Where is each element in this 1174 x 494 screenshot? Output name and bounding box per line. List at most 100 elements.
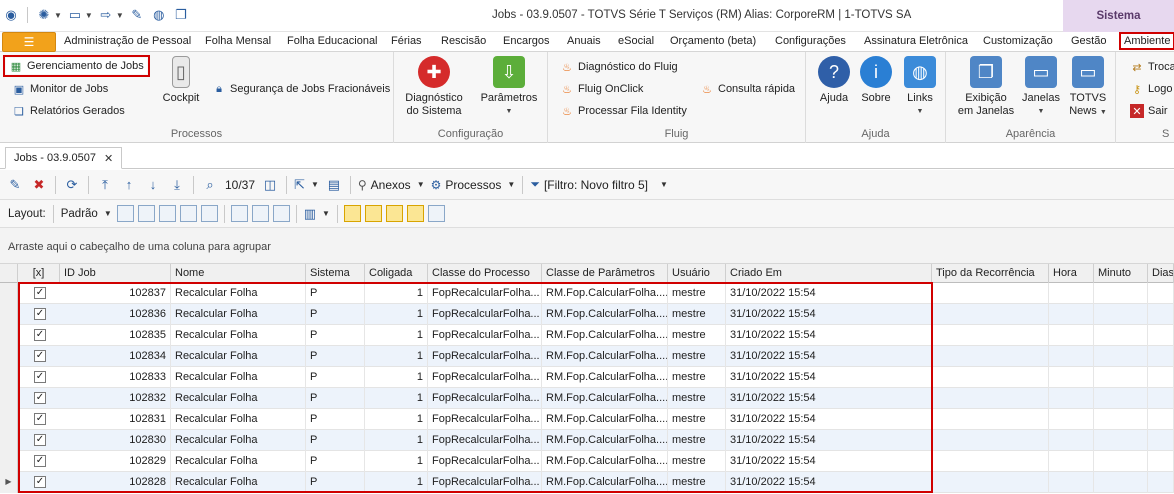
row-checkbox[interactable]: ✓ [34, 308, 46, 320]
chart-icon[interactable] [272, 205, 290, 222]
header-classe-processo[interactable]: Classe do Processo [428, 264, 542, 283]
home-layout-icon[interactable] [200, 205, 218, 222]
header-criado-em[interactable]: Criado Em [726, 264, 932, 283]
header-usuario[interactable]: Usuário [668, 264, 726, 283]
brush-icon[interactable]: ✎ [128, 6, 146, 24]
sair-button[interactable]: ✕ Sair [1130, 104, 1168, 118]
tab-orcamento[interactable]: Orçamento (beta) [670, 35, 756, 47]
chevron-down-icon[interactable]: ▼ [116, 11, 124, 20]
view-mode-4-icon[interactable] [406, 205, 424, 222]
table-row[interactable]: ✓ 102835 Recalcular Folha P 1 FopRecalcularFo… [0, 325, 1174, 346]
diagnostico-sistema-button[interactable]: ✚ Diagnóstico do Sistema [402, 56, 466, 118]
sobre-button[interactable]: i Sobre [856, 56, 896, 105]
tab-ambiente[interactable]: Ambiente [1118, 32, 1174, 50]
chevron-down-icon[interactable]: ▼ [54, 11, 62, 20]
links-button[interactable]: ◍ Links ▼ [900, 56, 940, 118]
export-icon[interactable]: ⇨ [97, 6, 115, 24]
columns-icon[interactable] [230, 205, 248, 222]
table-row[interactable]: ✓ 102832 Recalcular Folha P 1 FopRecalcularFo… [0, 388, 1174, 409]
view-mode-1-icon[interactable] [343, 205, 361, 222]
seguranca-jobs-button[interactable]: 🔒︎ Segurança de Jobs Fracionáveis [212, 82, 390, 96]
edit-icon[interactable]: ✎ [6, 176, 24, 194]
app-logo-icon[interactable]: ◉ [2, 6, 20, 24]
logo-button[interactable]: ⚷ Logo [1130, 82, 1173, 96]
table-row[interactable]: ▶ ✓ 102828 Recalcular Folha P 1 FopRecalcularF… [0, 472, 1174, 493]
view-mode-3-icon[interactable] [385, 205, 403, 222]
table-row[interactable]: ✓ 102836 Recalcular Folha P 1 FopRecalcularFo… [0, 304, 1174, 325]
tab-anuais[interactable]: Anuais [567, 35, 601, 47]
fluig-onclick-button[interactable]: ♨ Fluig OnClick [560, 82, 643, 96]
row-indicator[interactable] [0, 367, 18, 388]
parametros-button[interactable]: ⇩ Parâmetros ▼ [476, 56, 542, 118]
monitor-jobs-button[interactable]: ▣ Monitor de Jobs [12, 82, 108, 96]
relatorios-gerados-button[interactable]: ❏ Relatórios Gerados [12, 104, 125, 118]
window-icon[interactable]: ▭ [66, 6, 84, 24]
row-indicator[interactable] [0, 346, 18, 367]
earth-icon[interactable]: ◍ [150, 6, 168, 24]
document-icon[interactable]: ▤ [325, 176, 343, 194]
row-indicator[interactable] [0, 451, 18, 472]
open-external-icon[interactable]: ⇱ ▼ [294, 176, 319, 194]
header-hora[interactable]: Hora [1049, 264, 1094, 283]
tab-folha-educacional[interactable]: Folha Educacional [287, 35, 378, 47]
consulta-rapida-button[interactable]: ♨ Consulta rápida [700, 82, 795, 96]
row-checkbox[interactable]: ✓ [34, 329, 46, 341]
tab-gestao[interactable]: Gestão [1071, 35, 1106, 47]
bar-chart-icon[interactable]: ▥ ▼ [304, 205, 330, 223]
view-mode-2-icon[interactable] [364, 205, 382, 222]
row-checkbox[interactable]: ✓ [34, 455, 46, 467]
row-checkbox[interactable]: ✓ [34, 434, 46, 446]
table-row[interactable]: ✓ 102834 Recalcular Folha P 1 FopRecalcularFo… [0, 346, 1174, 367]
diagnostico-fluig-button[interactable]: ♨ Diagnóstico do Fluig [560, 60, 678, 74]
header-coligada[interactable]: Coligada [365, 264, 428, 283]
row-checkbox[interactable]: ✓ [34, 476, 46, 488]
header-nome[interactable]: Nome [171, 264, 306, 283]
header-sistema[interactable]: Sistema [306, 264, 365, 283]
font-icon[interactable] [427, 205, 445, 222]
row-indicator[interactable] [0, 388, 18, 409]
refresh-icon[interactable]: ⟳ [63, 176, 81, 194]
tab-sistema[interactable]: Sistema [1063, 0, 1174, 32]
header-classe-parametros[interactable]: Classe de Parâmetros [542, 264, 668, 283]
tab-esocial[interactable]: eSocial [618, 35, 654, 47]
layout-panel-icon[interactable]: ◫ [261, 176, 279, 194]
row-indicator[interactable] [0, 409, 18, 430]
globe-icon[interactable]: ✺ [35, 6, 53, 24]
last-record-icon[interactable]: ⤓ [168, 176, 186, 194]
row-indicator[interactable] [0, 325, 18, 346]
current-row-indicator-icon[interactable]: ▶ [0, 472, 18, 493]
janelas-button[interactable]: ▭ Janelas ▼ [1018, 56, 1064, 118]
formula-icon[interactable] [251, 205, 269, 222]
header-dias[interactable]: Dias [1148, 264, 1174, 283]
tab-folha-mensal[interactable]: Folha Mensal [205, 35, 271, 47]
tab-configuracoes[interactable]: Configurações [775, 35, 846, 47]
grid-layout-icon[interactable] [158, 205, 176, 222]
row-checkbox[interactable]: ✓ [34, 287, 46, 299]
delete-icon[interactable]: ✖ [30, 176, 48, 194]
first-record-icon[interactable]: ⤒ [96, 176, 114, 194]
copy-icon[interactable]: ❐ [172, 6, 190, 24]
tab-assinatura-eletronica[interactable]: Assinatura Eletrônica [864, 35, 968, 47]
next-record-icon[interactable]: ↓ [144, 176, 162, 194]
troca-button[interactable]: ⇄ Troca [1130, 60, 1174, 74]
chevron-down-icon[interactable]: ▼ [85, 11, 93, 20]
tab-jobs[interactable]: Jobs - 03.9.0507 ✕ [5, 147, 123, 169]
header-minuto[interactable]: Minuto [1094, 264, 1148, 283]
row-checkbox[interactable]: ✓ [34, 371, 46, 383]
gerenciamento-jobs-button[interactable]: ▦ Gerenciamento de Jobs [3, 55, 150, 77]
save-layout-icon[interactable] [116, 205, 134, 222]
header-tipo-recorrencia[interactable]: Tipo da Recorrência [932, 264, 1049, 283]
row-indicator[interactable] [0, 304, 18, 325]
anexos-button[interactable]: ⚲ Anexos ▼ [358, 176, 425, 194]
row-checkbox[interactable]: ✓ [34, 392, 46, 404]
search-icon[interactable]: ⌕ [201, 176, 219, 194]
header-select[interactable]: [x] [18, 264, 60, 283]
import-layout-icon[interactable] [179, 205, 197, 222]
processar-fila-button[interactable]: ♨ Processar Fila Identity [560, 104, 687, 118]
app-menu-button[interactable]: ☰ [2, 32, 56, 52]
processos-button[interactable]: ⚙ Processos ▼ [431, 176, 516, 194]
tab-encargos[interactable]: Encargos [503, 35, 549, 47]
tab-administracao-pessoal[interactable]: Administração de Pessoal [64, 35, 191, 47]
table-row[interactable]: ✓ 102829 Recalcular Folha P 1 FopRecalcularFo… [0, 451, 1174, 472]
row-indicator[interactable] [0, 430, 18, 451]
